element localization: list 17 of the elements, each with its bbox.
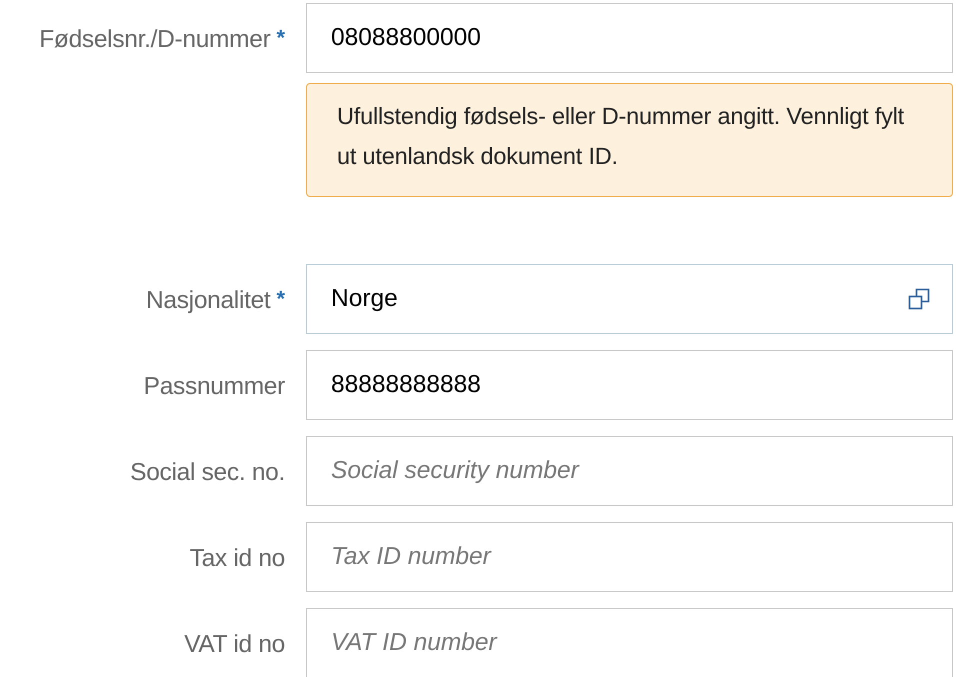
input-field[interactable]: 88888888888 xyxy=(306,350,953,420)
field-label: Tax id no xyxy=(190,546,285,572)
nationality-field[interactable]: Norge xyxy=(306,264,953,334)
input-field[interactable]: 08088800000 xyxy=(306,3,953,73)
required-mark: * xyxy=(276,288,285,310)
input-field[interactable]: Social security number xyxy=(306,436,953,506)
field-label: Nasjonalitet xyxy=(146,288,270,314)
required-mark: * xyxy=(276,27,285,49)
field-label: Fødselsnr./D-nummer xyxy=(39,27,270,53)
field-value: Norge xyxy=(331,285,399,313)
field-label: Passnummer xyxy=(144,374,285,400)
warning-message: Ufullstendig fødsels- eller D-nummer angitt. Vennligt fylt ut utenlandsk dokument ID. xyxy=(306,83,953,197)
field-label: VAT id no xyxy=(184,632,285,658)
input-field[interactable]: VAT ID number xyxy=(306,608,953,677)
input-field[interactable]: Tax ID number xyxy=(306,522,953,592)
field-label: Social sec. no. xyxy=(130,460,285,486)
value-help-icon[interactable] xyxy=(908,288,930,310)
